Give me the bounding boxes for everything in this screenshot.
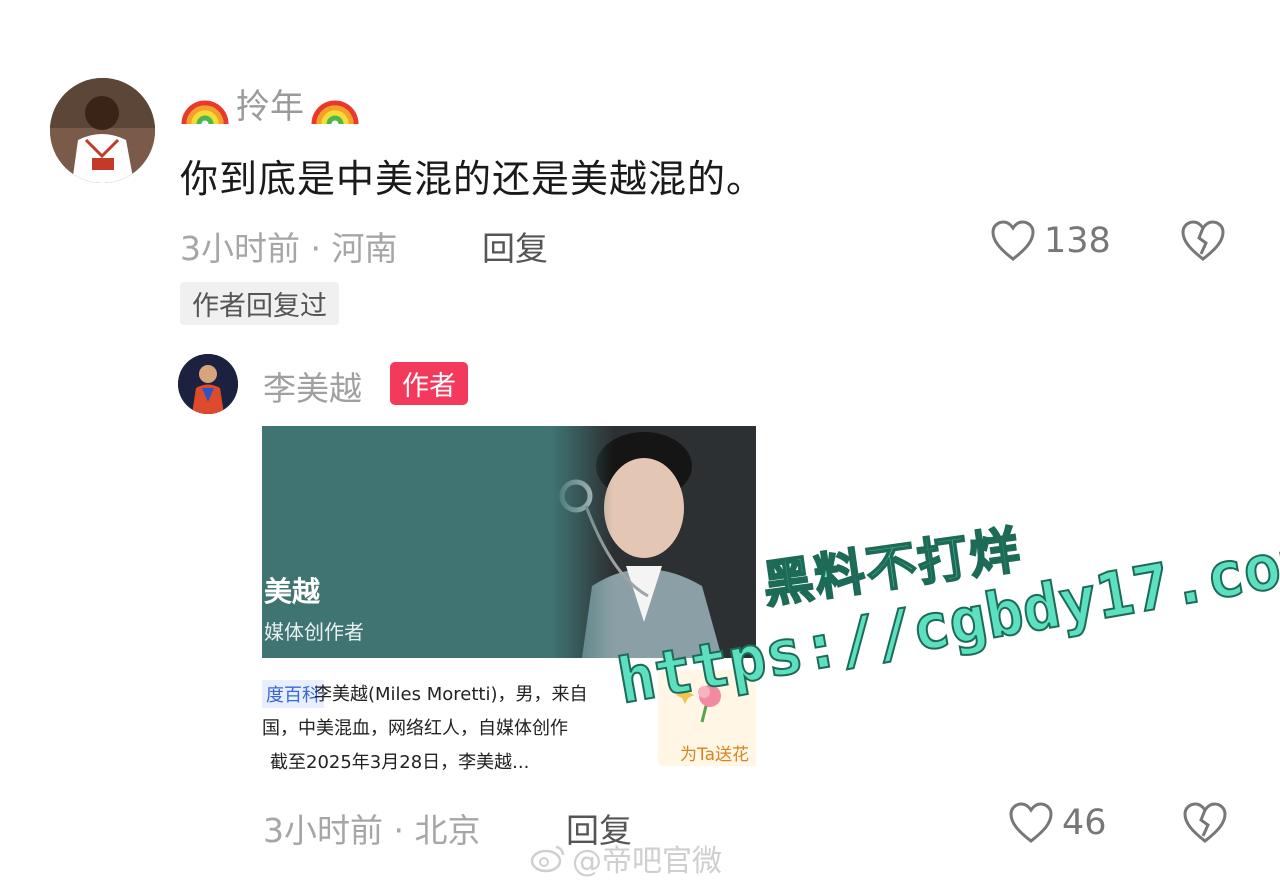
dislike-button[interactable]: [1182, 802, 1228, 848]
profile-photo: [552, 426, 756, 658]
card-summary-line: 截至2025年3月28日，李美越...: [270, 752, 530, 773]
comment-meta: 3小时前 · 河南: [180, 229, 398, 268]
like-button[interactable]: 138: [990, 220, 1111, 262]
broken-heart-icon: [1183, 802, 1227, 843]
card-header: 美越 媒体创作者: [262, 426, 756, 658]
author-replied-badge: 作者回复过: [180, 282, 339, 325]
weibo-watermark: @帝吧官微: [530, 836, 722, 880]
comment-meta: 3小时前 · 北京: [263, 811, 481, 850]
heart-icon: [991, 220, 1035, 261]
gift-label: 为Ta送花: [680, 745, 749, 765]
broken-heart-icon: [1181, 220, 1225, 261]
shared-baike-card[interactable]: 美越 媒体创作者 度百科 李美越(Miles Moretti)，男，来自 国，中…: [262, 426, 756, 774]
card-summary-line: 国，中美混血，网络红人，自媒体创作: [262, 718, 568, 739]
commenter-avatar[interactable]: [50, 78, 155, 183]
dislike-button[interactable]: [1180, 220, 1226, 266]
rainbow-icon: [311, 100, 359, 125]
weibo-logo-icon: [530, 845, 565, 873]
reply-button[interactable]: 回复: [482, 222, 548, 270]
like-button[interactable]: 46: [1008, 802, 1107, 844]
card-role: 媒体创作者: [264, 620, 364, 644]
heart-icon: [1009, 802, 1053, 843]
like-count: 138: [1044, 221, 1111, 261]
author-username[interactable]: 李美越: [263, 362, 362, 410]
card-summary-line: 李美越(Miles Moretti)，男，来自: [314, 684, 588, 705]
author-avatar[interactable]: [178, 354, 238, 414]
comment-text: 你到底是中美混的还是美越混的。: [180, 157, 766, 201]
commenter-username[interactable]: 拎年: [236, 79, 304, 128]
weibo-handle: @帝吧官微: [572, 844, 722, 879]
author-tag: 作者: [390, 362, 468, 405]
rainbow-icon: [181, 100, 229, 125]
like-count: 46: [1062, 803, 1107, 843]
commenter-name-row: 拎年: [180, 78, 360, 128]
card-name: 美越: [264, 575, 321, 608]
